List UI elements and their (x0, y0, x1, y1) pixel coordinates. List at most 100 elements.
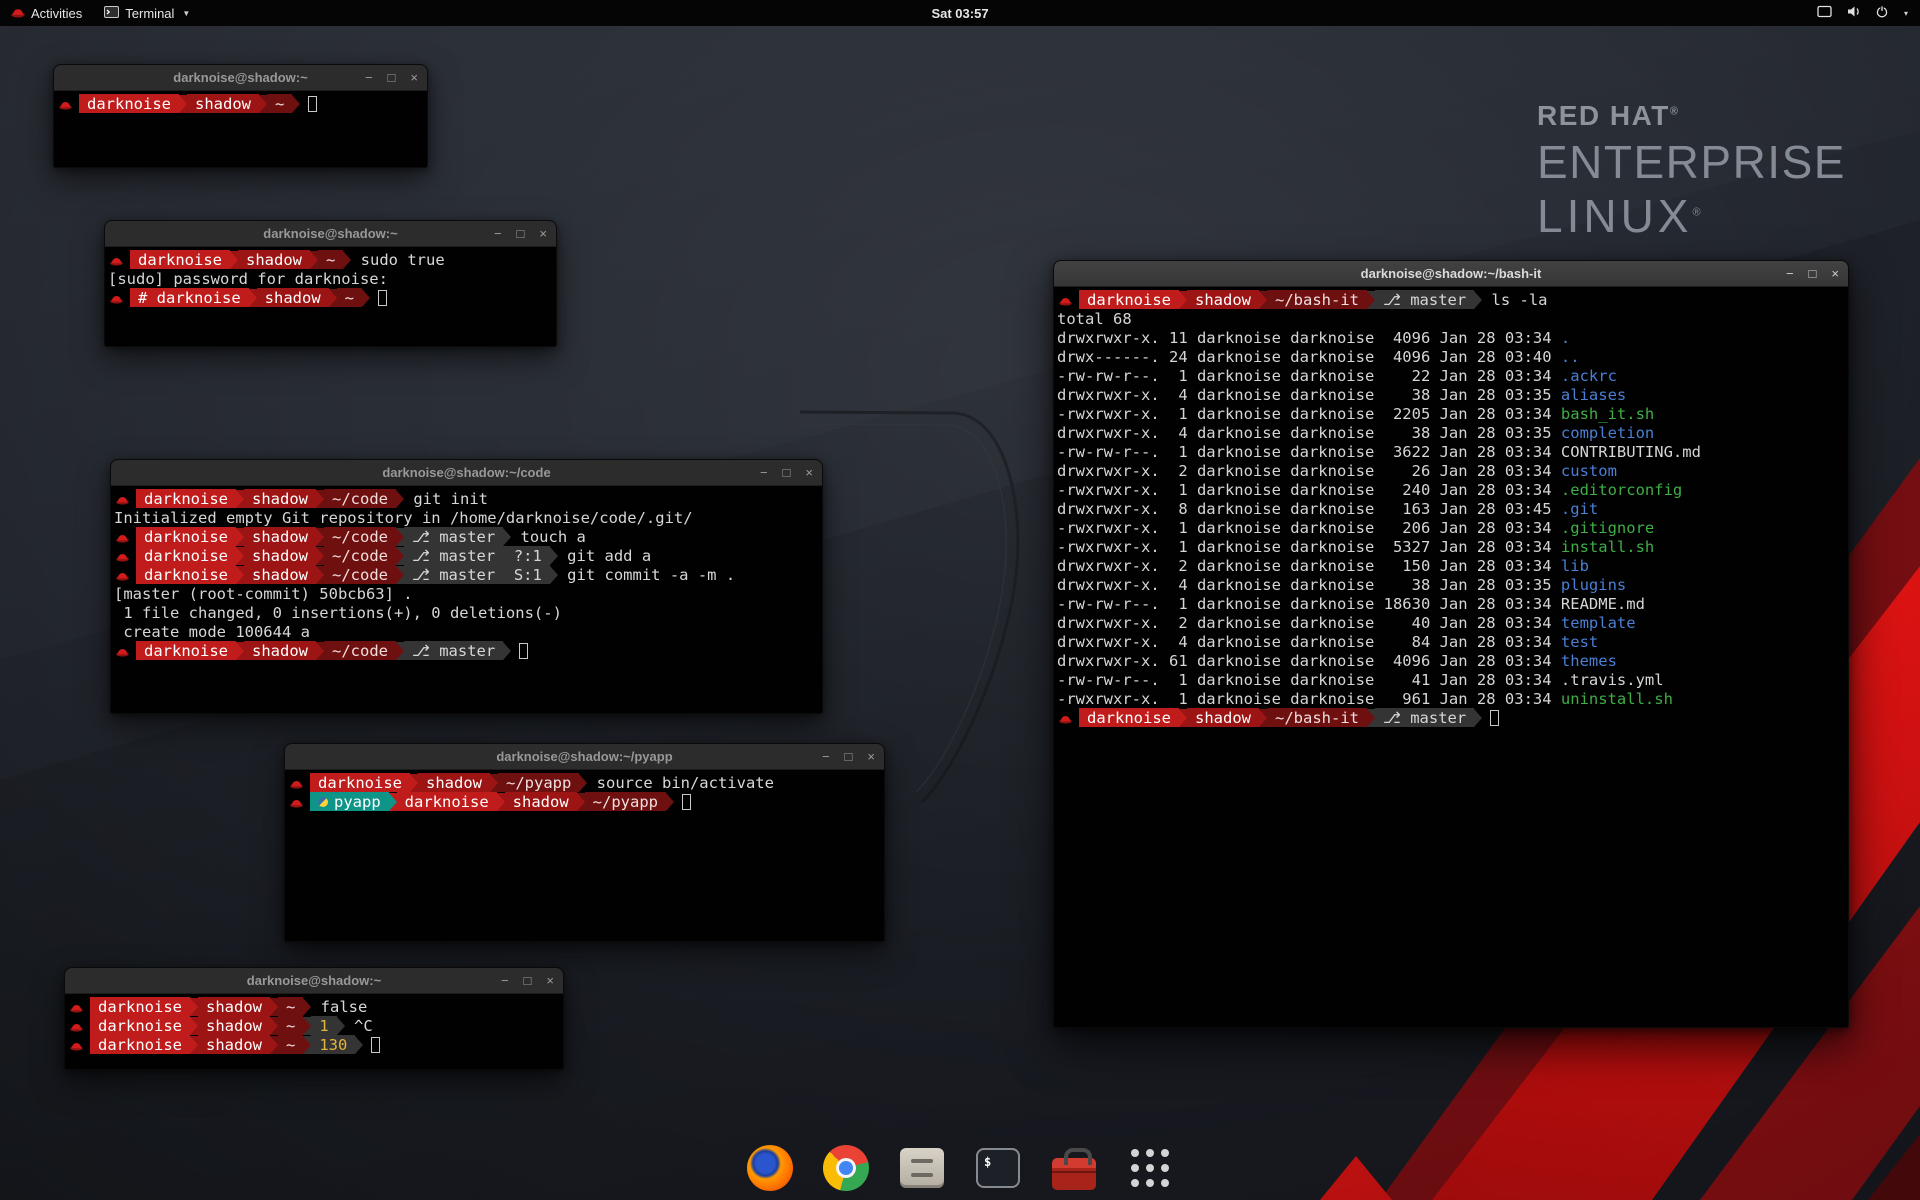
window-title: darknoise@shadow:~/pyapp (285, 744, 884, 769)
output-text: completion (1561, 424, 1654, 442)
minimize-button[interactable]: − (1786, 267, 1794, 280)
terminal-window-bash-it[interactable]: darknoise@shadow:~/bash-it − □ × darknoi… (1053, 260, 1849, 1028)
close-button[interactable]: × (410, 71, 418, 84)
close-button[interactable]: × (805, 466, 813, 479)
terminal-line: darknoiseshadow~/bash-it⎇ master ls -la (1057, 290, 1846, 309)
maximize-button[interactable]: □ (845, 750, 853, 763)
maximize-button[interactable]: □ (783, 466, 791, 479)
terminal-window-exit-codes[interactable]: darknoise@shadow:~ − □ × darknoiseshadow… (64, 967, 564, 1070)
minimize-button[interactable]: − (501, 974, 509, 987)
powerline-separator-icon (1474, 291, 1482, 309)
command-text: source bin/activate (587, 774, 774, 792)
dock-item-files[interactable] (896, 1142, 948, 1194)
powerline-separator-icon (396, 528, 404, 546)
close-button[interactable]: × (1831, 267, 1839, 280)
titlebar[interactable]: darknoise@shadow:~ − □ × (105, 221, 556, 247)
toolbox-icon (1052, 1158, 1096, 1190)
terminal-cursor (682, 794, 691, 810)
terminal-content[interactable]: darknoiseshadow~ (54, 91, 427, 167)
terminal-line: [master (root-commit) 50bcb63] . (114, 584, 820, 603)
terminal-line: darknoiseshadow~130 (68, 1035, 561, 1054)
command-text: sudo true (351, 251, 444, 269)
powerline-separator-icon (310, 251, 318, 269)
dock-item-firefox[interactable] (744, 1142, 796, 1194)
maximize-button[interactable]: □ (524, 974, 532, 987)
clock[interactable]: Sat 03:57 (0, 6, 1920, 21)
prompt-segment-path: ~/bash-it (1267, 290, 1367, 309)
terminal-line: -rw-rw-r--. 1 darknoise darknoise 22 Jan… (1057, 366, 1846, 385)
dock-item-toolbox[interactable] (1048, 1142, 1100, 1194)
close-button[interactable]: × (546, 974, 554, 987)
terminal-cursor (519, 643, 528, 659)
python-icon (318, 797, 328, 807)
minimize-button[interactable]: − (822, 750, 830, 763)
terminal-window-pyapp[interactable]: darknoise@shadow:~/pyapp − □ × darknoise… (284, 743, 885, 942)
terminal-window-home-1[interactable]: darknoise@shadow:~ − □ × darknoiseshadow… (53, 64, 428, 168)
redhat-prompt-icon (116, 493, 131, 505)
terminal-content[interactable]: darknoiseshadow~/pyapp source bin/activa… (285, 770, 884, 941)
redhat-prompt-icon (290, 796, 305, 808)
prompt-segment-host: shadow (198, 1016, 270, 1035)
terminal-window-code[interactable]: darknoise@shadow:~/code − □ × darknoises… (110, 459, 823, 714)
app-menu-terminal[interactable]: Terminal ▼ (93, 0, 201, 26)
terminal-line: drwxrwxr-x. 4 darknoise darknoise 38 Jan… (1057, 423, 1846, 442)
terminal-content[interactable]: darknoiseshadow~/code git initInitialize… (111, 486, 822, 713)
redhat-prompt-icon (290, 777, 305, 789)
titlebar[interactable]: darknoise@shadow:~/code − □ × (111, 460, 822, 486)
terminal-window-sudo[interactable]: darknoise@shadow:~ − □ × darknoiseshadow… (104, 220, 557, 347)
powerline-separator-icon (396, 490, 404, 508)
dock-item-show-applications[interactable] (1124, 1142, 1176, 1194)
prompt-segment-host: shadow (1187, 708, 1259, 727)
files-icon (900, 1148, 944, 1188)
minimize-button[interactable]: − (365, 71, 373, 84)
terminal-line: -rw-rw-r--. 1 darknoise darknoise 41 Jan… (1057, 670, 1846, 689)
prompt-segment-git: ⎇ master (404, 527, 503, 546)
powerline-separator-icon (303, 1036, 311, 1054)
terminal-content[interactable]: darknoiseshadow~ sudo true[sudo] passwor… (105, 247, 556, 346)
terminal-line: drwxrwxr-x. 4 darknoise darknoise 38 Jan… (1057, 385, 1846, 404)
system-status-area[interactable]: ▾ (1805, 0, 1920, 26)
maximize-button[interactable]: □ (517, 227, 525, 240)
prompt-segment-host: shadow (244, 546, 316, 565)
chrome-icon (823, 1145, 869, 1191)
titlebar[interactable]: darknoise@shadow:~/pyapp − □ × (285, 744, 884, 770)
powerline-separator-icon (303, 1017, 311, 1035)
titlebar[interactable]: darknoise@shadow:~/bash-it − □ × (1054, 261, 1848, 287)
close-button[interactable]: × (867, 750, 875, 763)
minimize-button[interactable]: − (760, 466, 768, 479)
prompt-segment-host: shadow (1187, 290, 1259, 309)
output-text: [master (root-commit) 50bcb63] . (114, 585, 413, 603)
titlebar[interactable]: darknoise@shadow:~ − □ × (54, 65, 427, 91)
prompt-segment-path: ~ (318, 250, 343, 269)
activities-button[interactable]: Activities (0, 0, 93, 26)
powerline-separator-icon (577, 793, 585, 811)
prompt-segment-host: shadow (505, 792, 577, 811)
terminal-line: darknoiseshadow~/code git init (114, 489, 820, 508)
output-text: -rwxrwxr-x. 1 darknoise darknoise 961 Ja… (1057, 690, 1561, 708)
powerline-separator-icon (190, 1036, 198, 1054)
maximize-button[interactable]: □ (1809, 267, 1817, 280)
prompt-segment-user: darknoise (136, 527, 236, 546)
powerline-separator-icon (316, 566, 324, 584)
prompt-segment-git: ⎇ master S:1 (404, 565, 550, 584)
close-button[interactable]: × (539, 227, 547, 240)
command-text: git commit -a -m . (558, 566, 735, 584)
output-text: bash_it.sh (1561, 405, 1654, 423)
minimize-button[interactable]: − (494, 227, 502, 240)
powerline-separator-icon (343, 251, 351, 269)
prompt-segment-host: shadow (244, 565, 316, 584)
terminal-content[interactable]: darknoiseshadow~/bash-it⎇ master ls -lat… (1054, 287, 1848, 1027)
terminal-content[interactable]: darknoiseshadow~ falsedarknoiseshadow~1 … (65, 994, 563, 1069)
output-text: .. (1561, 348, 1580, 366)
titlebar[interactable]: darknoise@shadow:~ − □ × (65, 968, 563, 994)
prompt-segment-host: shadow (244, 489, 316, 508)
dock-item-terminal[interactable] (972, 1142, 1024, 1194)
dock-item-chrome[interactable] (820, 1142, 872, 1194)
powerline-separator-icon (1179, 291, 1187, 309)
powerline-separator-icon (666, 793, 674, 811)
maximize-button[interactable]: □ (388, 71, 396, 84)
prompt-segment-host: shadow (244, 527, 316, 546)
redhat-prompt-icon (116, 645, 131, 657)
prompt-segment-path: ~ (267, 94, 292, 113)
powerline-separator-icon (396, 547, 404, 565)
